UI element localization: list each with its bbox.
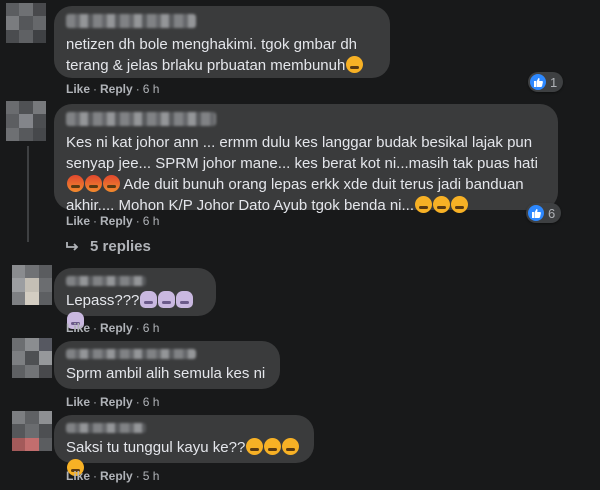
avatar[interactable] [6, 101, 46, 141]
like-link[interactable]: Like [66, 82, 90, 96]
comment-actions: Like · Reply · 6 h [66, 82, 160, 96]
sad-emoji [433, 196, 451, 213]
reply-link[interactable]: Reply [100, 395, 133, 409]
reply-link[interactable]: Reply [100, 469, 133, 483]
person-emoji [176, 291, 194, 308]
comment-text: netizen dh bole menghakimi. tgok gmbar d… [66, 34, 378, 76]
timestamp[interactable]: 6 h [143, 82, 160, 96]
view-replies-button[interactable]: 5 replies [66, 238, 151, 255]
angry-emoji [103, 175, 120, 192]
timestamp[interactable]: 6 h [143, 395, 160, 409]
replies-label: 5 replies [90, 238, 151, 255]
comment-bubble: Lepass??? [54, 268, 216, 329]
commenter-name-blurred[interactable] [66, 14, 196, 28]
thread-line [27, 146, 29, 242]
timestamp[interactable]: 5 h [143, 469, 160, 483]
reply-link[interactable]: Reply [100, 82, 133, 96]
reaction-count: 1 [550, 74, 558, 90]
comment-actions: Like · Reply · 5 h [66, 469, 160, 483]
commenter-name-blurred[interactable] [66, 423, 146, 433]
person-emoji [158, 291, 176, 308]
commenter-name-blurred[interactable] [66, 112, 216, 126]
like-icon [528, 205, 544, 221]
reaction-summary[interactable]: 1 [528, 72, 564, 92]
like-link[interactable]: Like [66, 214, 90, 228]
comment-bubble: Kes ni kat johor ann ... ermm dulu kes l… [54, 104, 558, 214]
avatar[interactable] [12, 411, 52, 451]
person-emoji [140, 291, 158, 308]
like-icon [530, 74, 546, 90]
laughing-emoji [246, 438, 264, 455]
reply-arrow-icon [66, 241, 79, 251]
comment-bubble: Saksi tu tunggul kayu ke?? [54, 415, 314, 476]
like-link[interactable]: Like [66, 469, 90, 483]
sad-emoji [346, 56, 364, 73]
commenter-name-blurred[interactable] [66, 276, 146, 286]
comment-bubble: Sprm ambil alih semula kes ni [54, 341, 280, 389]
comment-actions: Like · Reply · 6 h [66, 321, 160, 335]
comment-text: Kes ni kat johor ann ... ermm dulu kes l… [66, 134, 543, 214]
reply-link[interactable]: Reply [100, 321, 133, 335]
avatar[interactable] [12, 338, 52, 378]
reaction-summary[interactable]: 6 [526, 203, 562, 223]
comment-actions: Like · Reply · 6 h [66, 395, 160, 409]
angry-emoji [85, 175, 102, 192]
like-link[interactable]: Like [66, 321, 90, 335]
timestamp[interactable]: 6 h [143, 321, 160, 335]
reply-link[interactable]: Reply [100, 214, 133, 228]
like-link[interactable]: Like [66, 395, 90, 409]
reaction-count: 6 [548, 205, 556, 221]
laughing-emoji [282, 438, 300, 455]
comment-actions: Like · Reply · 6 h [66, 214, 160, 228]
angry-emoji [67, 175, 84, 192]
commenter-name-blurred[interactable] [66, 349, 196, 359]
timestamp[interactable]: 6 h [143, 214, 160, 228]
avatar[interactable] [6, 3, 46, 43]
laughing-emoji [264, 438, 282, 455]
comment-text: Sprm ambil alih semula kes ni [66, 365, 266, 382]
sad-emoji [415, 196, 433, 213]
avatar[interactable] [12, 265, 52, 305]
comment-bubble: netizen dh bole menghakimi. tgok gmbar d… [54, 6, 390, 78]
sad-emoji [451, 196, 469, 213]
